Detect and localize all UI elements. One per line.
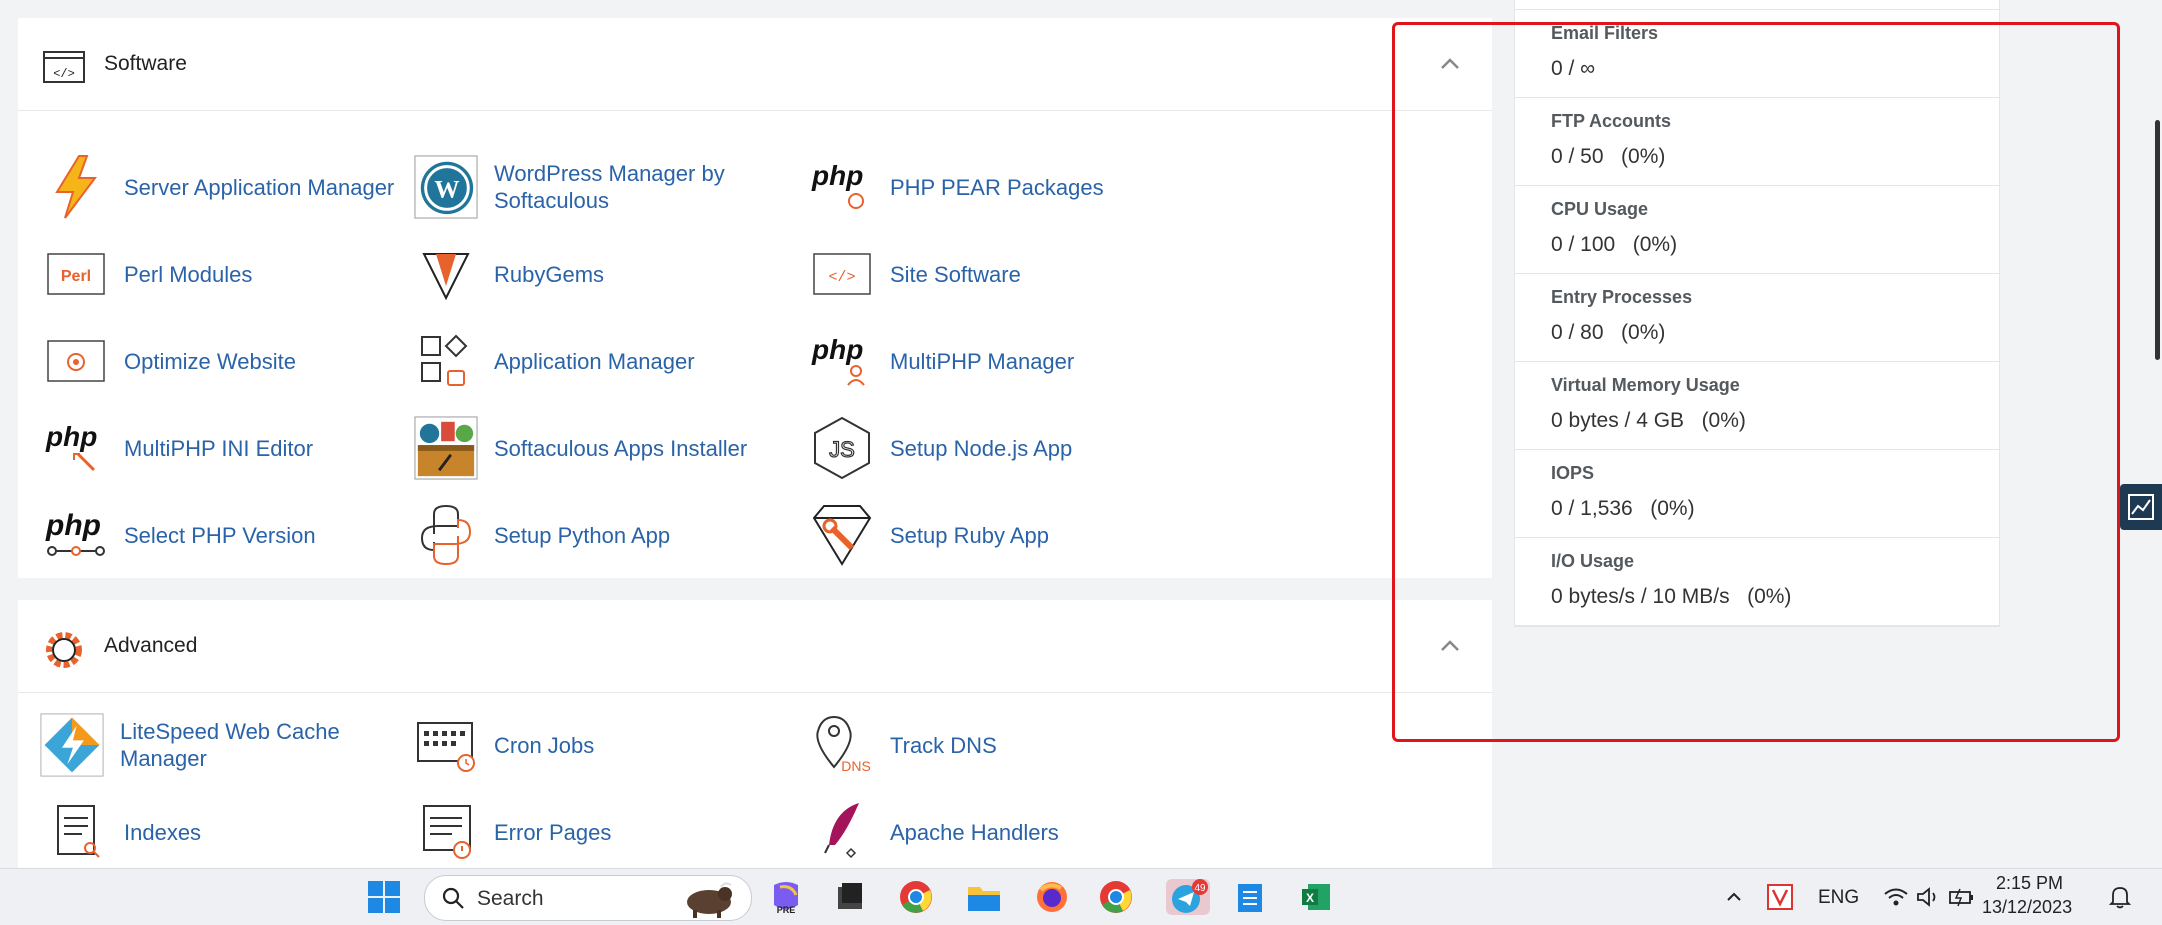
svg-text:php: php bbox=[811, 334, 863, 365]
chart-line-icon bbox=[2128, 494, 2154, 520]
php-pear-packages-link[interactable]: php PHP PEAR Packages bbox=[810, 146, 1104, 228]
ruby-gem-icon bbox=[414, 242, 478, 306]
highlight-box bbox=[1392, 22, 2120, 742]
error-page-icon bbox=[414, 800, 478, 864]
application-manager-link[interactable]: Application Manager bbox=[414, 320, 695, 402]
perl-icon: Perl bbox=[44, 242, 108, 306]
svg-text:PRE: PRE bbox=[777, 905, 796, 915]
gear-window-icon bbox=[44, 329, 108, 393]
svg-text:php: php bbox=[45, 421, 97, 452]
multiphp-ini-editor-link[interactable]: php MultiPHP INI Editor bbox=[44, 407, 313, 489]
taskbar-search[interactable]: Search bbox=[424, 875, 752, 921]
ruby-wrench-icon bbox=[810, 503, 874, 567]
chevron-up-tray-icon[interactable] bbox=[1716, 879, 1752, 915]
taskbar: Search PRE 49 X ENG 2:15 PM 13/12/2023 bbox=[0, 868, 2162, 925]
svg-text:X: X bbox=[1306, 891, 1314, 905]
svg-text:php: php bbox=[45, 509, 101, 542]
php-version-icon: php bbox=[44, 503, 108, 567]
select-php-version-link[interactable]: php Select PHP Version bbox=[44, 494, 316, 576]
calendar-clock-icon bbox=[414, 713, 478, 777]
gear-icon bbox=[42, 628, 86, 672]
wordpress-icon: W bbox=[414, 155, 478, 219]
apache-handlers-link[interactable]: Apache Handlers bbox=[810, 791, 1059, 868]
copilot-icon[interactable]: PRE bbox=[768, 879, 804, 915]
setup-python-app-link[interactable]: Setup Python App bbox=[414, 494, 670, 576]
feather-icon bbox=[810, 800, 874, 864]
excel-icon[interactable]: X bbox=[1298, 879, 1334, 915]
search-icon bbox=[442, 887, 464, 909]
advanced-panel: Advanced LiteSpeed Web Cache Manager Cro… bbox=[18, 600, 1492, 868]
language-indicator[interactable]: ENG bbox=[1818, 887, 1859, 909]
track-dns-link[interactable]: DNS Track DNS bbox=[810, 704, 997, 786]
softaculous-icon bbox=[414, 416, 478, 480]
nodejs-icon: JS bbox=[810, 416, 874, 480]
panel-title: Advanced bbox=[104, 634, 198, 657]
lightning-icon bbox=[44, 155, 108, 219]
indexes-link[interactable]: Indexes bbox=[44, 791, 201, 868]
software-panel-header[interactable]: </> Software bbox=[18, 18, 1492, 111]
wifi-icon[interactable] bbox=[1878, 879, 1914, 915]
svg-text:49: 49 bbox=[1194, 883, 1206, 894]
panel-title: Software bbox=[104, 52, 187, 75]
svg-text:Perl: Perl bbox=[61, 268, 91, 285]
site-software-link[interactable]: </> Site Software bbox=[810, 233, 1021, 315]
dns-pin-icon: DNS bbox=[810, 713, 874, 777]
litespeed-web-cache-manager-link[interactable]: LiteSpeed Web Cache Manager bbox=[40, 704, 360, 786]
vivaldi-tray-icon[interactable] bbox=[1762, 879, 1798, 915]
softaculous-apps-installer-link[interactable]: Softaculous Apps Installer bbox=[414, 407, 747, 489]
volume-icon[interactable] bbox=[1910, 879, 1946, 915]
stats-chart-tab[interactable] bbox=[2120, 484, 2162, 530]
chrome-profile-icon[interactable] bbox=[1098, 879, 1134, 915]
python-icon bbox=[414, 503, 478, 567]
scrollbar[interactable] bbox=[2155, 120, 2160, 360]
perl-modules-link[interactable]: Perl Perl Modules bbox=[44, 233, 252, 315]
chrome-icon[interactable] bbox=[898, 879, 934, 915]
windows-start-icon[interactable] bbox=[366, 879, 402, 915]
optimize-website-link[interactable]: Optimize Website bbox=[44, 320, 296, 402]
code-window-icon: </> bbox=[42, 46, 86, 90]
svg-text:DNS: DNS bbox=[841, 758, 871, 774]
server-application-manager-link[interactable]: Server Application Manager bbox=[44, 146, 394, 228]
firefox-icon[interactable] bbox=[1034, 879, 1070, 915]
svg-text:</>: </> bbox=[828, 269, 855, 286]
telegram-icon[interactable]: 49 bbox=[1166, 879, 1210, 915]
battery-icon[interactable] bbox=[1944, 879, 1980, 915]
app-grid-icon bbox=[414, 329, 478, 393]
yak-illustration-icon bbox=[687, 882, 732, 918]
software-panel: </> Software Server Application Manager … bbox=[18, 18, 1492, 578]
clock-date[interactable]: 13/12/2023 bbox=[1982, 897, 2072, 918]
notepad-icon[interactable] bbox=[1232, 879, 1268, 915]
clock-time[interactable]: 2:15 PM bbox=[1996, 873, 2063, 894]
code-window-icon: </> bbox=[810, 242, 874, 306]
app-window-icon[interactable] bbox=[832, 879, 868, 915]
notification-bell-icon[interactable] bbox=[2102, 879, 2138, 915]
document-search-icon bbox=[44, 800, 108, 864]
litespeed-icon bbox=[40, 713, 104, 777]
svg-text:</>: </> bbox=[53, 67, 75, 81]
php-user-icon: php bbox=[810, 329, 874, 393]
php-edit-icon: php bbox=[44, 416, 108, 480]
multiphp-manager-link[interactable]: php MultiPHP Manager bbox=[810, 320, 1074, 402]
setup-nodejs-app-link[interactable]: JS Setup Node.js App bbox=[810, 407, 1072, 489]
php-pear-icon: php bbox=[810, 155, 874, 219]
wordpress-manager-link[interactable]: W WordPress Manager by Softaculous bbox=[414, 146, 754, 228]
svg-text:JS: JS bbox=[829, 437, 855, 462]
setup-ruby-app-link[interactable]: Setup Ruby App bbox=[810, 494, 1049, 576]
error-pages-link[interactable]: Error Pages bbox=[414, 791, 611, 868]
svg-text:W: W bbox=[434, 177, 459, 204]
svg-text:php: php bbox=[811, 160, 863, 191]
file-explorer-icon[interactable] bbox=[966, 879, 1002, 915]
stats-top-border bbox=[1515, 0, 1999, 10]
rubygems-link[interactable]: RubyGems bbox=[414, 233, 604, 315]
advanced-panel-header[interactable]: Advanced bbox=[18, 600, 1492, 693]
cron-jobs-link[interactable]: Cron Jobs bbox=[414, 704, 594, 786]
